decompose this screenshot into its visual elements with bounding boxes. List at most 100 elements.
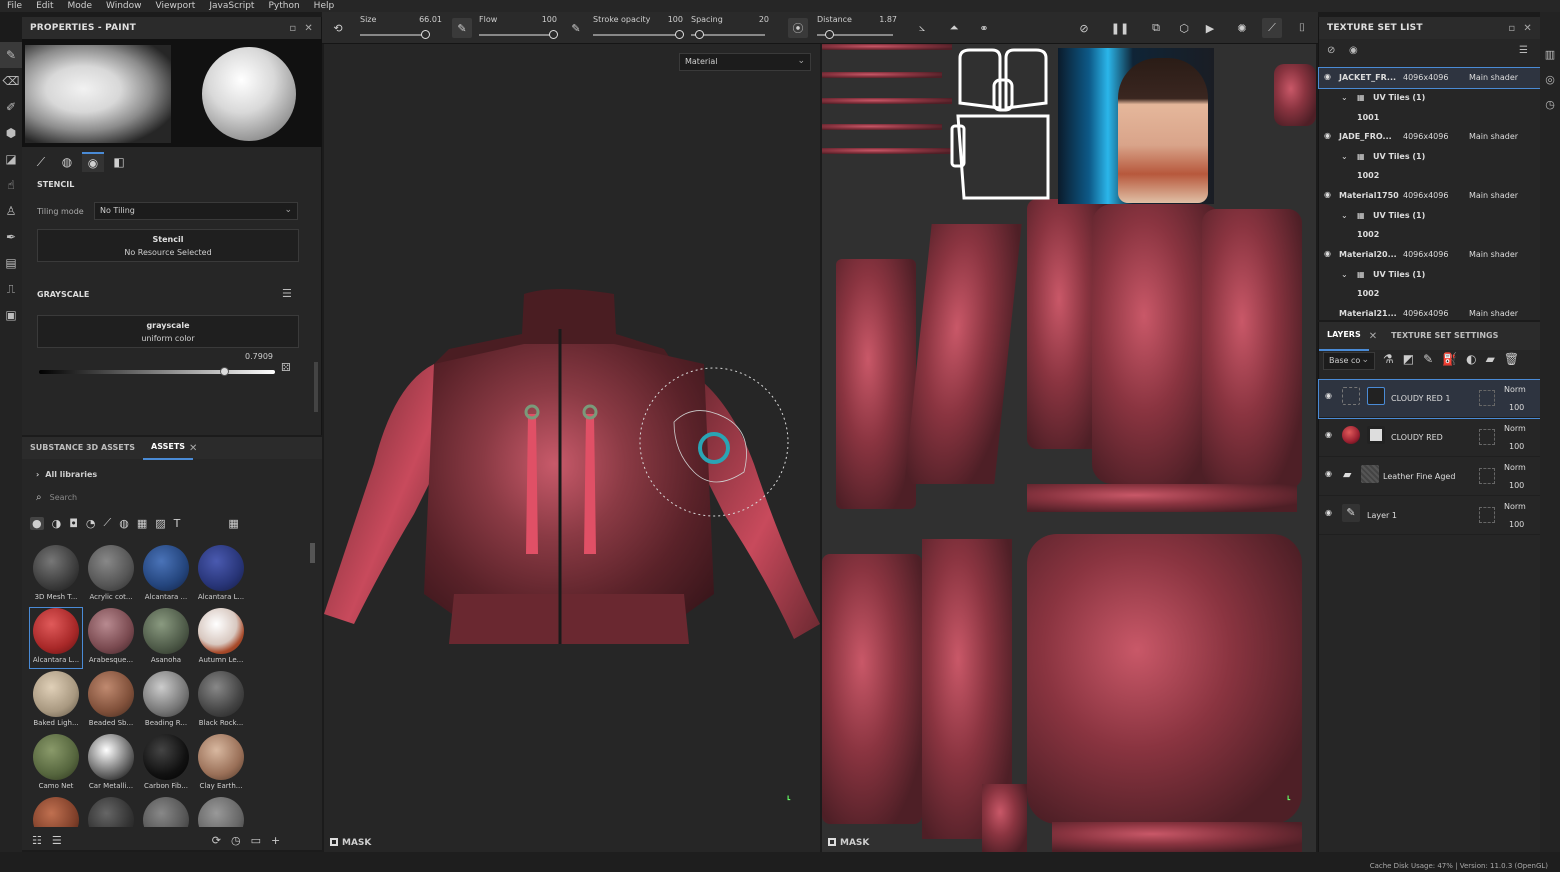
menu-python[interactable]: Python: [261, 0, 306, 12]
annotation-icon[interactable]: ▣: [0, 302, 22, 328]
tab-substance-assets[interactable]: SUBSTANCE 3D ASSETS: [22, 437, 143, 459]
layer-mask-thumbnail[interactable]: [1367, 426, 1385, 444]
chevron-down-icon[interactable]: ⌄: [1341, 93, 1348, 102]
asset-thumbnail[interactable]: Carbon Fib...: [140, 734, 192, 794]
projection-icon[interactable]: ✐: [0, 94, 22, 120]
add-mask-icon[interactable]: ◩: [1403, 352, 1414, 366]
asset-thumbnail[interactable]: Car Metalli...: [85, 734, 137, 794]
asset-search-field[interactable]: ⌕ Search: [36, 492, 312, 506]
viewport-channel-select[interactable]: Material ⌄: [679, 53, 811, 71]
screenshot-icon[interactable]: ⌷: [1292, 18, 1312, 38]
layer-row[interactable]: ◉ CLOUDY RED Norm 100: [1319, 419, 1541, 457]
asset-thumbnail[interactable]: Acrylic cot...: [85, 545, 137, 605]
close-icon[interactable]: ✕: [189, 443, 197, 454]
filter-procedurals-icon[interactable]: ◍: [119, 517, 129, 530]
delete-icon[interactable]: 🗑: [1504, 352, 1519, 366]
color-picker-icon[interactable]: ✒: [0, 224, 22, 250]
all-libraries-row[interactable]: › All libraries: [36, 470, 97, 479]
menu-javascript[interactable]: JavaScript: [202, 0, 261, 12]
pen-pressure-flow-icon[interactable]: ✎: [566, 18, 586, 38]
blend-icon[interactable]: ⚭: [974, 18, 994, 38]
undock-icon[interactable]: ▫: [289, 23, 296, 34]
size-slider[interactable]: [360, 34, 426, 36]
bake-icon[interactable]: ▤: [0, 250, 22, 276]
grayscale-tab-icon[interactable]: ◧: [108, 152, 130, 172]
asset-thumbnail[interactable]: [30, 797, 82, 827]
texture-set-row[interactable]: ◉ JACKET_FR... 4096x4096 Main shader: [1318, 67, 1542, 89]
filter-environments-icon[interactable]: ▨: [155, 517, 165, 530]
asset-thumbnail[interactable]: Clay Earth...: [195, 734, 247, 794]
grayscale-slider[interactable]: [39, 370, 275, 374]
polygon-fill-icon[interactable]: ◪: [0, 146, 22, 172]
eye-icon[interactable]: ◉: [1325, 508, 1332, 517]
add-folder-icon[interactable]: ▰: [1486, 352, 1495, 366]
disable-viewport-icon[interactable]: ⊘: [1074, 18, 1094, 38]
uv-tile-row[interactable]: 1002: [1319, 166, 1541, 186]
mask-toggle-3d[interactable]: MASK: [330, 838, 371, 848]
assets-scrollbar[interactable]: [310, 543, 315, 563]
chevron-down-icon[interactable]: ⌄: [1341, 152, 1348, 161]
stencil-resource-slot[interactable]: Stencil No Resource Selected: [37, 229, 299, 262]
asset-thumbnail[interactable]: Beading R...: [140, 671, 192, 731]
uv-tiles-row[interactable]: ⌄ ▦ UV Tiles (1): [1319, 265, 1541, 285]
asset-thumbnail[interactable]: Alcantara ...: [140, 545, 192, 605]
lighting-icon[interactable]: ✺: [1232, 18, 1252, 38]
brush-tab-icon[interactable]: ⟋: [30, 152, 52, 172]
add-icon[interactable]: +: [271, 834, 280, 847]
asset-thumbnail[interactable]: 3D Mesh T...: [30, 545, 82, 605]
stroke-opacity-slider-handle[interactable]: [675, 30, 684, 39]
asset-thumbnail[interactable]: Autumn Le...: [195, 608, 247, 668]
section-menu-icon[interactable]: ☰: [282, 287, 292, 300]
pen-pressure-size-icon[interactable]: ✎: [452, 18, 472, 38]
eye-icon[interactable]: ◉: [1324, 249, 1331, 258]
spacing-slider-handle[interactable]: [695, 30, 704, 39]
uv-tile-row[interactable]: 1002: [1319, 225, 1541, 245]
material-tab-icon[interactable]: ◍: [56, 152, 78, 172]
asset-thumbnail[interactable]: [85, 797, 137, 827]
flow-slider-handle[interactable]: [549, 30, 558, 39]
asset-thumbnail[interactable]: Alcantara L...: [195, 545, 247, 605]
eraser-icon[interactable]: ⌫: [0, 68, 22, 94]
uv-tiles-row[interactable]: ⌄ ▦ UV Tiles (1): [1319, 88, 1541, 108]
tab-assets[interactable]: ASSETS: [143, 436, 194, 460]
asset-thumbnail[interactable]: Camo Net: [30, 734, 82, 794]
refresh-icon[interactable]: ⟳: [212, 834, 221, 847]
flow-slider[interactable]: [479, 34, 553, 36]
hide-icon[interactable]: ⊘: [1327, 45, 1335, 56]
menu-help[interactable]: Help: [307, 0, 342, 12]
texture-set-row[interactable]: ◉ Material20... 4096x4096 Main shader: [1319, 245, 1541, 265]
view-mode-icon[interactable]: ⧉: [1146, 18, 1166, 38]
uv-tile-row[interactable]: 1002: [1319, 284, 1541, 304]
uv-tile-row[interactable]: 1001: [1319, 108, 1541, 128]
menu-viewport[interactable]: Viewport: [149, 0, 203, 12]
tiling-mode-select[interactable]: No Tiling ⌄: [94, 202, 298, 220]
paint-brush-icon[interactable]: ✎: [0, 42, 22, 68]
asset-thumbnail[interactable]: [195, 797, 247, 827]
texture-set-row[interactable]: ◉ JADE_FRO... 4096x4096 Main shader: [1319, 127, 1541, 147]
symmetry-mirror-icon[interactable]: ⏶: [944, 18, 964, 38]
chevron-down-icon[interactable]: ⌄: [1341, 270, 1348, 279]
smudge-icon[interactable]: ☝: [0, 172, 22, 198]
camera-icon[interactable]: ▶: [1200, 18, 1220, 38]
add-fill-layer-icon[interactable]: ⛽: [1442, 352, 1457, 366]
add-effect-icon[interactable]: ⚗: [1383, 352, 1394, 366]
undock-icon[interactable]: ▫: [1508, 23, 1515, 34]
menu-window[interactable]: Window: [99, 0, 149, 12]
eye-icon[interactable]: ◉: [1324, 131, 1331, 140]
grayscale-slider-handle[interactable]: [220, 367, 229, 376]
close-icon[interactable]: ✕: [304, 23, 313, 34]
alpha-thumbnail[interactable]: [25, 45, 171, 143]
properties-scrollbar[interactable]: [314, 362, 318, 412]
size-slider-handle[interactable]: [421, 30, 430, 39]
stroke-opacity-slider[interactable]: [593, 34, 679, 36]
asset-thumbnail-selected[interactable]: Alcantara L...: [29, 607, 83, 669]
chevron-down-icon[interactable]: ⌄: [1341, 211, 1348, 220]
mask-toggle-2d[interactable]: MASK: [828, 838, 869, 848]
asset-thumbnail[interactable]: Asanoha: [140, 608, 192, 668]
texture-set-row[interactable]: ◉ Material1750 4096x4096 Main shader: [1319, 186, 1541, 206]
menu-edit[interactable]: Edit: [29, 0, 60, 12]
history-icon[interactable]: ◷: [231, 834, 241, 847]
add-paint-layer-icon[interactable]: ✎: [1423, 352, 1433, 366]
channel-select[interactable]: Base co ⌄: [1323, 352, 1375, 370]
viewport-3d[interactable]: Material ⌄ ┗ MASK: [324, 44, 820, 852]
